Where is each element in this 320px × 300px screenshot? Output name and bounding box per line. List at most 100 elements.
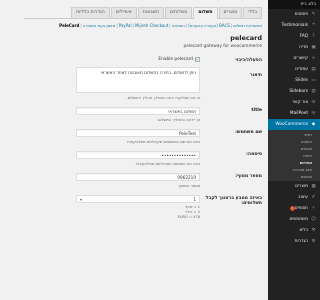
mailpoet-icon: ✉ [311,111,316,116]
sidebar-item-faq[interactable]: ? FAQ [268,31,320,42]
sidebar-item-label: Sidebars [289,89,308,94]
description-textarea[interactable]: ניתן לתשלום, בחירה בתשלום מאובטח לאתר הא… [76,67,200,93]
sidebar-item-label: MailPoet [289,111,308,116]
field-row-terminal: מספר מסוף: 0962210 מספר המסוף [24,173,262,188]
sidebar-item-slides[interactable]: ▭ Slides [268,75,320,86]
sidebar-item-mailpoet[interactable]: ✉ MailPoet [268,108,320,119]
admin-sidebar: בלוג בית ✎ פוסטים ❝ Testimonials ? FAQ ▣ מדי… [268,0,320,300]
sidebar-item-products[interactable]: ▦ מוצרים [268,181,320,192]
sidebar-item-label: FAQ [299,34,308,39]
sidebar-item-label: צור קשר [291,100,308,105]
link-icon: ∞ [311,56,316,61]
slides-icon: ▭ [311,78,316,83]
tab-shipping[interactable]: משלוחים [165,7,193,18]
field-label: title [251,108,262,113]
appearance-icon: ✐ [311,195,316,200]
sidebar-item-plugins[interactable]: ⚡ תוספים 1 [268,203,320,214]
field-label: תיאור [249,73,262,78]
subnav-link[interactable]: Mijireh Checkout [135,23,168,28]
tab-products[interactable]: מוצרים [218,7,243,18]
submenu-item[interactable]: קופונים [268,145,320,152]
sidebar-item-label: Slides [295,78,308,83]
settings-icon: ⚙ [311,239,316,244]
mail-icon: ✉ [311,100,316,105]
sidebar-item-label: משתמשים [289,217,308,222]
checkbox-label: Enable pelecard [158,57,193,62]
sidebar-item-label: תוספים [294,206,308,211]
products-icon: ▦ [311,184,316,189]
field-help: כך ייראה בתהליך התשלום [157,117,200,122]
submenu-item[interactable]: הזמנות [268,138,320,145]
users-icon: ☺ [311,217,316,222]
submenu-item[interactable]: דוחות [268,152,320,159]
sidebar-item-label: הגדרות [294,239,308,244]
sidebar-item-label: קישורים [293,56,308,61]
sidebar-item-sidebars[interactable]: ▥ Sidebars [268,86,320,97]
field-row-title: title תשלום באשראי כך ייראה בתהליך התשלו… [24,107,262,122]
sidebar-item-label: עמודים [295,67,308,72]
main-content: כללי מוצרים תשלום משלוחים חשבונות אימייל… [20,0,268,300]
tab-accounts[interactable]: חשבונות [137,7,165,18]
field-help: הזינו את שם המשתמש שקיבלתם מפלאקארד [126,139,200,144]
tab-emails[interactable]: אימיילים [110,7,137,18]
sidebar-item-links[interactable]: ∞ קישורים [268,53,320,64]
sidebar-item-label: פוסטים [294,12,308,17]
tab-checkout[interactable]: תשלום [193,7,218,19]
site-title[interactable]: בלוג בית [268,0,320,9]
sidebar-item-pages[interactable]: ▤ עמודים [268,64,320,75]
subnav-link[interactable]: המחאה [172,23,185,28]
subnav-link[interactable]: מזומן בעת המסירה [83,23,116,28]
field-row-enable: הפעלה/כיבוי ✔ Enable pelecard [24,57,262,63]
plugins-icon: ⚡ [311,206,316,211]
sidebar-item-tools[interactable]: ⚒ כלים [268,225,320,236]
field-row-username: שם משתמש: PeleTest הזינו את שם המשתמש שק… [24,129,262,144]
sidebars-icon: ▥ [311,89,316,94]
settings-tabs: כללי מוצרים תשלום משלוחים חשבונות אימייל… [24,6,262,19]
sidebar-item-woocommerce[interactable]: ◆ WooCommerce [268,119,320,130]
tab-general[interactable]: כללי [243,7,262,18]
currency-options-help: 1 = שקל 2 = דולר 978 = EURO [24,205,200,220]
sidebar-item-label: עיצוב [298,195,308,200]
sidebar-item-posts[interactable]: ✎ פוסטים [268,9,320,20]
title-input[interactable]: תשלום באשראי [76,107,200,115]
field-row-currency: באיזה מטבע ברצונך לקבל תשלומים: 1 ▾ 1 = … [24,195,262,220]
field-help: הזינו את הסיסמה שקיבלתם מפלאקארד [134,161,200,166]
field-label: שם משתמש: [235,130,262,135]
currency-select[interactable]: 1 ▾ [76,195,200,203]
submenu-item-settings[interactable]: הגדרות [268,159,320,166]
page-icon: ▤ [311,67,316,72]
terminal-input[interactable]: 0962210 [76,173,200,181]
sidebar-item-settings[interactable]: ⚙ הגדרות [268,236,320,247]
sidebar-item-users[interactable]: ☺ משתמשים [268,214,320,225]
sidebar-item-appearance[interactable]: ✐ עיצוב [268,192,320,203]
subnav-current: PeleCard [59,23,80,28]
sidebar-item-contact[interactable]: ✉ צור קשר [268,97,320,108]
subnav-link[interactable]: BACS (העברה בנקאית) [188,23,230,28]
field-label: באיזה מטבע ברצונך לקבל תשלומים: [205,196,262,206]
subnav-link[interactable]: אפשרויות תשלום [233,23,262,28]
username-input[interactable]: PeleTest [76,129,200,137]
section-title: pelecard [230,34,262,42]
sidebar-item-label: מוצרים [295,184,308,189]
woocommerce-submenu: ראשי הזמנות קופונים דוחות הגדרות מצב מער… [268,130,320,181]
sidebar-item-label: WooCommerce [275,122,308,127]
option-line: 978 = EURO [177,215,200,219]
chevron-down-icon: ▾ [80,197,83,202]
sidebar-item-media[interactable]: ▣ מדיה [268,42,320,53]
tab-general-settings[interactable]: הגדרות כלליות [71,7,110,18]
woocommerce-icon: ◆ [311,122,316,127]
section-description: pelecard gateway for woocommerce [183,44,262,49]
enable-checkbox[interactable]: ✔ [195,57,200,62]
sidebar-item-testimonials[interactable]: ❝ Testimonials [268,20,320,31]
subnav-link[interactable]: PayPal [119,23,132,28]
question-icon: ? [312,34,315,39]
field-label: סיסמה: [246,152,262,157]
submenu-item[interactable]: תוספים [268,173,320,180]
submenu-item[interactable]: ראשי [268,131,320,138]
password-input[interactable]: •••••••••••••• [76,151,200,159]
submenu-item[interactable]: מצב מערכת [268,166,320,173]
media-icon: ▣ [311,45,316,50]
field-row-description: תיאור ניתן לתשלום, בחירה בתשלום מאובטח ל… [24,67,262,100]
sidebar-item-label: מדיה [298,45,308,50]
sidebar-item-label: Testimonials [281,23,308,28]
